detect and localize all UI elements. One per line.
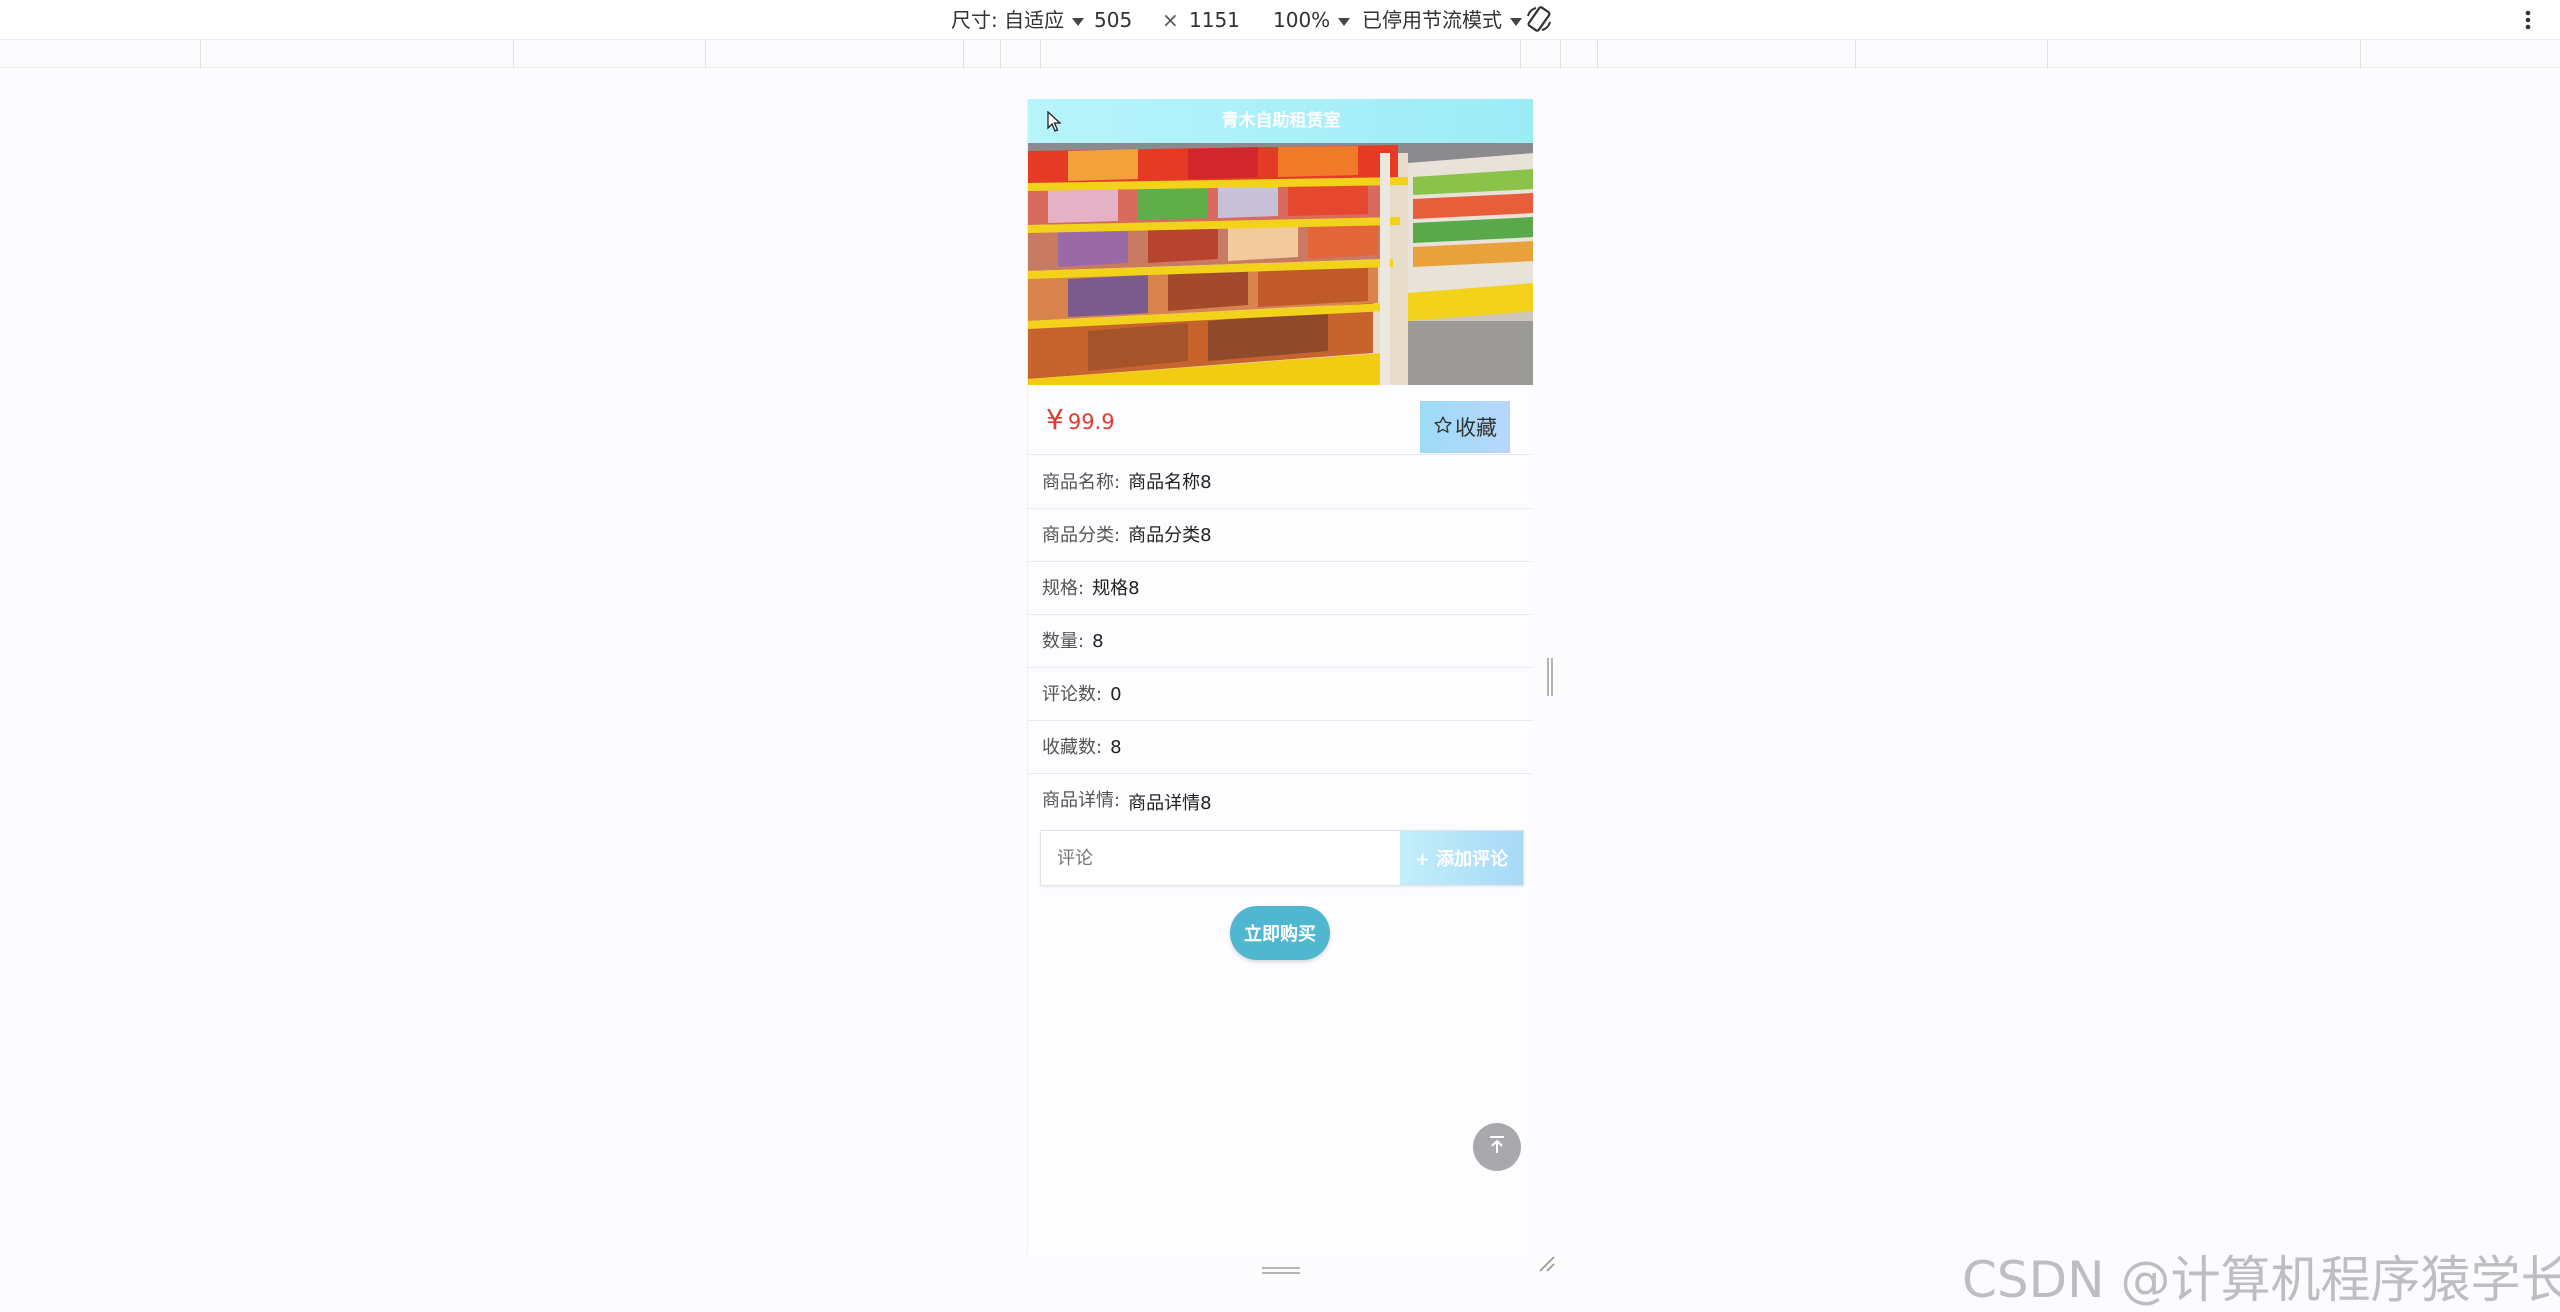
detail-label: 数量: [1042, 631, 1085, 652]
corner-resize-handle[interactable] [1538, 1255, 1556, 1273]
add-comment-button[interactable]: + 添加评论 [1400, 831, 1523, 885]
detail-value: 商品详情8 [1128, 793, 1212, 814]
currency-symbol: ¥ [1046, 403, 1064, 436]
chevron-down-icon [1510, 17, 1522, 26]
throttle-label: 已停用节流模式 [1362, 8, 1502, 32]
ruler-tick [1000, 40, 1001, 68]
device-toolbar: 尺寸: 自适应 505 × 1151 100% 已停用节流模式 [0, 0, 2560, 40]
detail-value: 商品分类8 [1128, 525, 1212, 546]
ruler-tick [1040, 40, 1041, 68]
throttle-dropdown[interactable]: 已停用节流模式 [1362, 6, 1522, 34]
zoom-dropdown[interactable]: 100% [1273, 6, 1351, 34]
comment-input[interactable] [1041, 831, 1400, 885]
detail-row-quantity: 数量: 8 [1028, 615, 1533, 668]
detail-value: 规格8 [1092, 578, 1140, 599]
price-value: 99.9 [1067, 410, 1115, 434]
more-vertical-icon[interactable] [2524, 6, 2532, 34]
ruler-tick [1597, 40, 1598, 68]
bottom-resize-handle[interactable] [1262, 1262, 1300, 1274]
detail-row-favorite-count: 收藏数: 8 [1028, 721, 1533, 774]
media-query-ruler[interactable] [0, 40, 2560, 68]
arrow-up-to-top-icon [1486, 1134, 1508, 1160]
comment-form: + 添加评论 [1040, 830, 1524, 886]
chevron-down-icon [1338, 17, 1351, 26]
back-to-top-button[interactable] [1473, 1123, 1521, 1171]
page-header: 青木自助租赁室 [1028, 99, 1533, 143]
page-title: 青木自助租赁室 [1221, 111, 1341, 131]
price: ¥99.9 [1046, 403, 1115, 436]
ruler-tick [200, 40, 201, 68]
chevron-down-icon [1072, 17, 1085, 26]
detail-value: 8 [1110, 737, 1122, 758]
rotate-icon[interactable] [1524, 4, 1554, 32]
ruler-tick [705, 40, 706, 68]
ruler-tick [2047, 40, 2048, 68]
favorite-button[interactable]: 收藏 [1420, 401, 1510, 453]
ruler-tick [1520, 40, 1521, 68]
detail-row-name: 商品名称: 商品名称8 [1028, 456, 1533, 509]
product-image [1028, 143, 1533, 385]
width-input[interactable]: 505 [1094, 6, 1132, 34]
watermark: CSDN @计算机程序猿学长 [1962, 1251, 2560, 1309]
ruler-tick [1855, 40, 1856, 68]
detail-label: 商品详情: [1042, 790, 1121, 811]
dimensions-dropdown[interactable]: 尺寸: 自适应 [951, 6, 1085, 34]
buy-now-button[interactable]: 立即购买 [1230, 906, 1330, 960]
detail-label: 收藏数: [1042, 737, 1103, 758]
zoom-label: 100% [1273, 8, 1331, 32]
detail-row-comment-count: 评论数: 0 [1028, 668, 1533, 721]
detail-value: 8 [1092, 631, 1104, 652]
height-input[interactable]: 1151 [1189, 6, 1240, 34]
star-icon [1433, 415, 1453, 440]
detail-row-spec: 规格: 规格8 [1028, 562, 1533, 615]
detail-label: 评论数: [1042, 684, 1103, 705]
detail-row-description: 商品详情: 商品详情8 [1028, 774, 1533, 827]
detail-row-category: 商品分类: 商品分类8 [1028, 509, 1533, 562]
favorite-label: 收藏 [1455, 416, 1497, 440]
right-resize-handle[interactable] [1545, 656, 1555, 698]
detail-label: 商品名称: [1042, 472, 1121, 493]
device-viewport: 青木自助租赁室 ¥ 99.9 收藏 商品名称: 商品名称8 商品分类: 商品分类… [1027, 99, 1533, 1254]
detail-value: 商品名称8 [1128, 472, 1212, 493]
ruler-tick [513, 40, 514, 68]
ruler-tick [2360, 40, 2361, 68]
dimensions-label: 尺寸: 自适应 [951, 8, 1065, 32]
price-row: ¥99.9 收藏 [1028, 385, 1533, 455]
ruler-tick [963, 40, 964, 68]
times-icon: × [1162, 8, 1179, 32]
detail-label: 规格: [1042, 578, 1085, 599]
mouse-cursor-icon [1047, 110, 1063, 133]
detail-label: 商品分类: [1042, 525, 1121, 546]
detail-value: 0 [1110, 684, 1122, 705]
ruler-tick [1560, 40, 1561, 68]
